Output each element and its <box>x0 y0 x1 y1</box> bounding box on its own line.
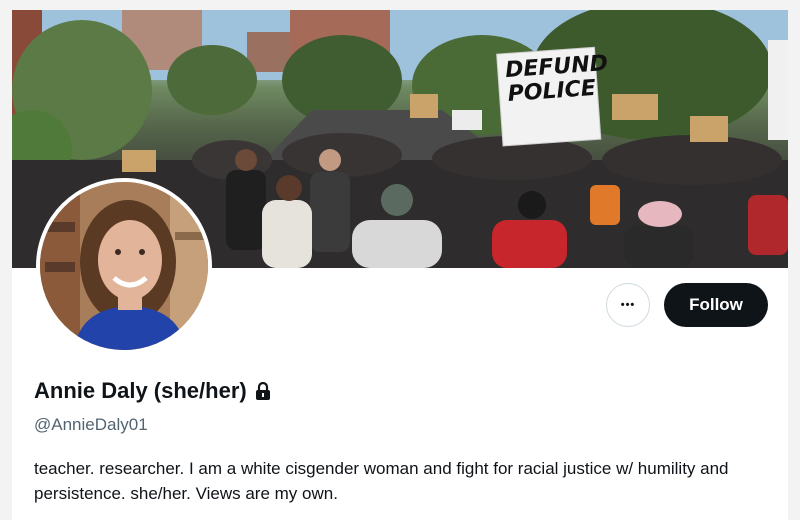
defund-police-sign: DEFUND POLICE <box>504 51 608 107</box>
profile-card: DEFUND POLICE ••• Follow Annie Daly (she… <box>12 10 788 520</box>
avatar[interactable] <box>36 178 212 354</box>
more-options-button[interactable]: ••• <box>606 283 650 327</box>
lock-icon <box>255 381 271 400</box>
page-background: DEFUND POLICE ••• Follow Annie Daly (she… <box>0 0 800 520</box>
more-options-icon: ••• <box>620 298 636 311</box>
user-handle: @AnnieDaly01 <box>34 415 148 434</box>
avatar-portrait <box>40 182 208 350</box>
name-row: Annie Daly (she/her) <box>34 378 271 404</box>
profile-bio: teacher. researcher. I am a white cisgen… <box>34 459 729 503</box>
follow-button[interactable]: Follow <box>664 283 768 327</box>
avatar-photo <box>40 182 208 350</box>
display-name: Annie Daly (she/her) <box>34 378 247 403</box>
